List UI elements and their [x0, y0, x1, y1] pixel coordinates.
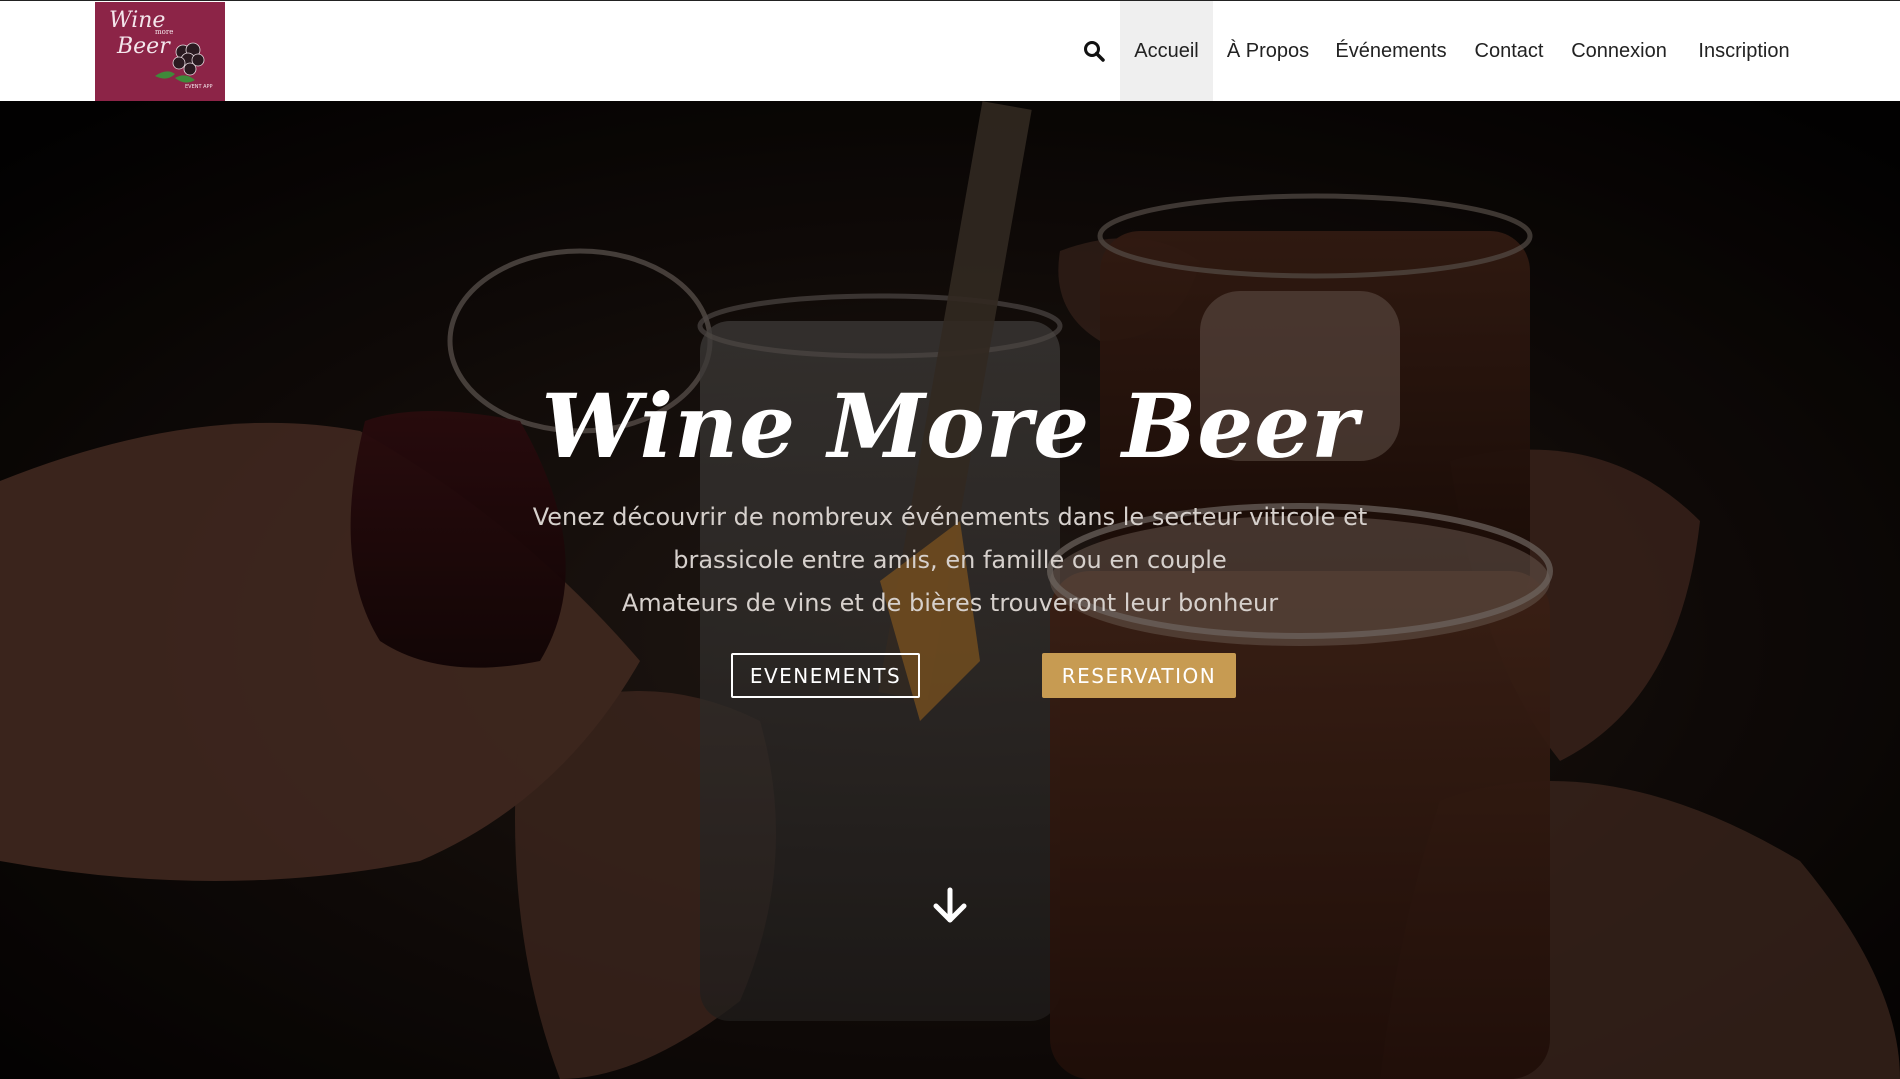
- nav-item-evenements[interactable]: Événements: [1334, 1, 1448, 102]
- search-button[interactable]: [1080, 37, 1108, 65]
- nav-item-label: Événements: [1335, 40, 1447, 62]
- logo-text-beer: Beer: [117, 34, 170, 59]
- nav-item-accueil[interactable]: Accueil: [1120, 1, 1213, 102]
- reservation-button-label: RESERVATION: [1061, 663, 1217, 688]
- hero-subtitle-line: brassicole entre amis, en famille ou en …: [673, 546, 1227, 574]
- nav-item-connexion[interactable]: Connexion: [1570, 1, 1668, 102]
- site-logo[interactable]: Wine more Beer EVENT APP: [95, 2, 225, 102]
- nav-item-label: Connexion: [1571, 40, 1667, 62]
- nav-item-inscription[interactable]: Inscription: [1692, 1, 1796, 102]
- hero-section: Wine More Beer Venez découvrir de nombre…: [0, 101, 1900, 1079]
- events-button[interactable]: EVENEMENTS: [731, 653, 920, 698]
- logo-small-text: EVENT APP: [185, 84, 213, 90]
- hero-title: Wine More Beer: [541, 374, 1359, 478]
- arrow-down-icon: [933, 887, 967, 923]
- hero-subtitle: Venez découvrir de nombreux événements d…: [520, 496, 1380, 625]
- scroll-down-button[interactable]: [930, 886, 970, 926]
- nav-item-label: À Propos: [1226, 40, 1310, 62]
- events-button-label: EVENEMENTS: [749, 663, 902, 688]
- nav-item-label: Accueil: [1134, 40, 1199, 62]
- hero-subtitle-line: Amateurs de vins et de bières trouveront…: [621, 589, 1279, 617]
- nav-item-label: Inscription: [1698, 40, 1790, 62]
- nav-item-contact[interactable]: Contact: [1470, 1, 1548, 102]
- search-icon: [1084, 41, 1105, 62]
- reservation-button[interactable]: RESERVATION: [1042, 653, 1236, 698]
- nav-item-label: Contact: [1474, 40, 1544, 62]
- navbar: Wine more Beer EVENT APP Accueil À Propo…: [0, 0, 1900, 102]
- nav-item-a-propos[interactable]: À Propos: [1224, 1, 1312, 102]
- hero-subtitle-line: Venez découvrir de nombreux événements d…: [532, 503, 1368, 531]
